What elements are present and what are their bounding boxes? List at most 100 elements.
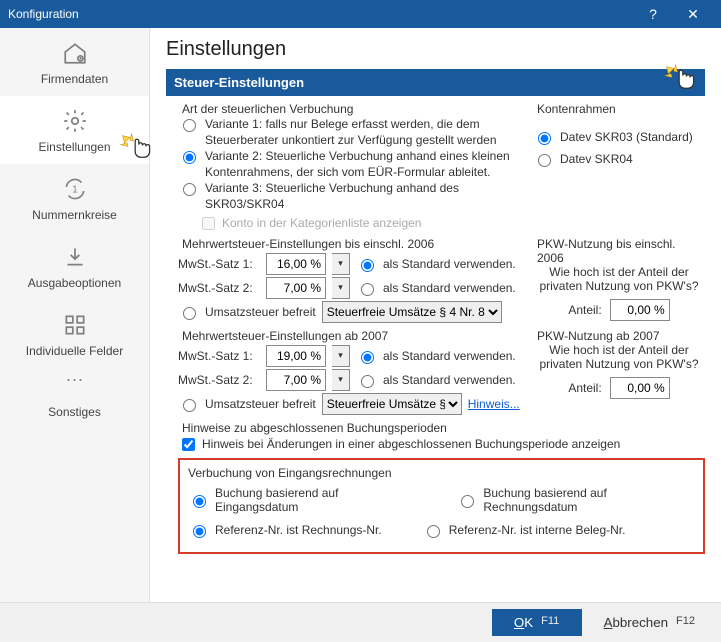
- stepper-button[interactable]: ▾: [332, 277, 350, 299]
- group-mwst-2006: Mehrwertsteuer-Einstellungen bis einschl…: [178, 237, 523, 329]
- radio-label: Umsatzsteuer befreit: [205, 305, 316, 319]
- checkbox-konto-in-liste: [202, 217, 215, 230]
- panel-title: Steuer-Einstellungen: [174, 75, 304, 90]
- group-legend: Hinweise zu abgeschlossenen Buchungsperi…: [178, 421, 451, 435]
- checkbox-label: Hinweis bei Änderungen in einer abgeschl…: [202, 437, 620, 451]
- footer: OK F11 Abbrechen F12: [0, 602, 721, 642]
- sidebar-item-individuelle-felder[interactable]: Individuelle Felder: [0, 300, 149, 368]
- field-label: MwSt.-Satz 1:: [178, 349, 260, 363]
- sidebar-item-firmendaten[interactable]: Firmendaten: [0, 28, 149, 96]
- group-legend: PKW-Nutzung ab 2007: [533, 329, 664, 343]
- radio-label: als Standard verwenden.: [383, 373, 516, 387]
- group-inbound-invoices: Verbuchung von Eingangsrechnungen Buchun…: [178, 458, 705, 554]
- input-mwst2007-satz2[interactable]: [266, 369, 326, 391]
- radio-label: Referenz-Nr. ist Rechnungs-Nr.: [215, 523, 382, 537]
- ok-button[interactable]: OK F11: [492, 609, 582, 636]
- sidebar-item-ausgabeoptionen[interactable]: Ausgabeoptionen: [0, 232, 149, 300]
- group-mwst-2007: Mehrwertsteuer-Einstellungen ab 2007 MwS…: [178, 329, 523, 421]
- radio-label: als Standard verwenden.: [383, 257, 516, 271]
- stepper-button[interactable]: ▾: [332, 345, 350, 367]
- radio-ust-befreit-2007[interactable]: [183, 399, 196, 412]
- select-befreit-2006[interactable]: Steuerfreie Umsätze § 4 Nr. 8 f: [322, 301, 502, 323]
- window-title: Konfiguration: [8, 7, 633, 21]
- radio-std2006-2[interactable]: [361, 283, 374, 296]
- radio-variante-3[interactable]: [183, 183, 196, 196]
- sidebar-item-sonstiges[interactable]: Sonstiges: [0, 393, 149, 429]
- sidebar-more-icon: ⋯: [0, 368, 149, 393]
- input-pkw2006-anteil[interactable]: [610, 299, 670, 321]
- button-label: Abbrechen: [604, 615, 668, 630]
- group-pkw-2007: PKW-Nutzung ab 2007 Wie hoch ist der Ant…: [533, 329, 705, 403]
- sidebar-item-nummernkreise[interactable]: 1 Nummernkreise: [0, 164, 149, 232]
- group-legend: PKW-Nutzung bis einschl. 2006: [533, 237, 705, 265]
- download-icon: [62, 244, 88, 270]
- page-title: Einstellungen: [166, 38, 705, 61]
- sidebar-item-label: Einstellungen: [38, 140, 110, 154]
- input-mwst2007-satz1[interactable]: [266, 345, 326, 367]
- svg-text:1: 1: [72, 184, 77, 195]
- grid-icon: [62, 312, 88, 338]
- radio-buchung-eingangsdatum[interactable]: [193, 495, 206, 508]
- sidebar-item-label: Sonstiges: [48, 405, 101, 419]
- radio-ref-belegnr[interactable]: [427, 525, 440, 538]
- cycle-icon: 1: [62, 176, 88, 202]
- button-keyhint: F12: [676, 615, 695, 630]
- radio-label: als Standard verwenden.: [383, 281, 516, 295]
- checkbox-label: Konto in der Kategorienliste anzeigen: [222, 216, 421, 230]
- field-label: MwSt.-Satz 2:: [178, 281, 260, 295]
- input-mwst2006-satz1[interactable]: [266, 253, 326, 275]
- field-label: MwSt.-Satz 2:: [178, 373, 260, 387]
- input-pkw2007-anteil[interactable]: [610, 377, 670, 399]
- checkbox-closed-period-hint[interactable]: [182, 438, 195, 451]
- button-label: OK: [514, 615, 533, 630]
- group-pkw-2006: PKW-Nutzung bis einschl. 2006 Wie hoch i…: [533, 237, 705, 325]
- radio-label: Referenz-Nr. ist interne Beleg-Nr.: [449, 523, 626, 537]
- radio-label: Datev SKR03 (Standard): [560, 130, 693, 146]
- radio-std2006-1[interactable]: [361, 259, 374, 272]
- radio-label: Umsatzsteuer befreit: [205, 397, 316, 411]
- sidebar-item-label: Ausgabeoptionen: [28, 276, 121, 290]
- group-kontenrahmen: Kontenrahmen Datev SKR03 (Standard) Date…: [533, 102, 705, 172]
- cancel-button[interactable]: Abbrechen F12: [592, 609, 707, 636]
- radio-buchung-rechnungsdatum[interactable]: [461, 495, 474, 508]
- close-button[interactable]: ✕: [673, 6, 713, 23]
- radio-variante-1[interactable]: [183, 119, 196, 132]
- gear-icon: [62, 108, 88, 134]
- radio-std2007-2[interactable]: [361, 375, 374, 388]
- sidebar-item-einstellungen[interactable]: Einstellungen: [0, 96, 149, 164]
- group-legend: Mehrwertsteuer-Einstellungen bis einschl…: [178, 237, 438, 251]
- radio-skr03[interactable]: [538, 132, 551, 145]
- radio-ust-befreit-2006[interactable]: [183, 307, 196, 320]
- select-befreit-2007[interactable]: Steuerfreie Umsätze §: [322, 393, 462, 415]
- group-legend: Verbuchung von Eingangsrechnungen: [188, 466, 695, 480]
- stepper-button[interactable]: ▾: [332, 253, 350, 275]
- field-label: MwSt.-Satz 1:: [178, 257, 260, 271]
- radio-ref-rechnungsnr[interactable]: [193, 525, 206, 538]
- radio-label: Datev SKR04: [560, 152, 633, 168]
- group-art: Art der steuerlichen Verbuchung Variante…: [178, 102, 523, 237]
- radio-label: Variante 1: falls nur Belege erfasst wer…: [205, 117, 523, 148]
- content: Einstellungen Steuer-Einstellungen Art d…: [150, 28, 721, 602]
- group-legend: Kontenrahmen: [533, 102, 620, 116]
- radio-skr04[interactable]: [538, 154, 551, 167]
- field-label: Anteil:: [568, 381, 601, 395]
- group-legend: Art der steuerlichen Verbuchung: [178, 102, 357, 116]
- radio-label: Variante 2: Steuerliche Verbuchung anhan…: [205, 149, 523, 180]
- sidebar-item-label: Individuelle Felder: [26, 344, 123, 358]
- radio-label: Buchung basierend auf Eingangsdatum: [215, 486, 416, 514]
- radio-variante-2[interactable]: [183, 151, 196, 164]
- sidebar: Firmendaten Einstellungen 1 Nummernkreis…: [0, 28, 150, 602]
- help-button[interactable]: ?: [633, 6, 673, 22]
- house-icon: [62, 40, 88, 66]
- radio-label: Buchung basierend auf Rechnungsdatum: [483, 486, 695, 514]
- panel-header: Steuer-Einstellungen: [166, 69, 705, 96]
- radio-std2007-1[interactable]: [361, 351, 374, 364]
- click-cursor-icon: [663, 63, 699, 99]
- button-keyhint: F11: [541, 615, 559, 630]
- group-legend: Mehrwertsteuer-Einstellungen ab 2007: [178, 329, 392, 343]
- input-mwst2006-satz2[interactable]: [266, 277, 326, 299]
- stepper-button[interactable]: ▾: [332, 369, 350, 391]
- field-label: Anteil:: [568, 303, 601, 317]
- radio-label: Variante 3: Steuerliche Verbuchung anhan…: [205, 181, 523, 212]
- hinweis-link[interactable]: Hinweis...: [468, 397, 520, 411]
